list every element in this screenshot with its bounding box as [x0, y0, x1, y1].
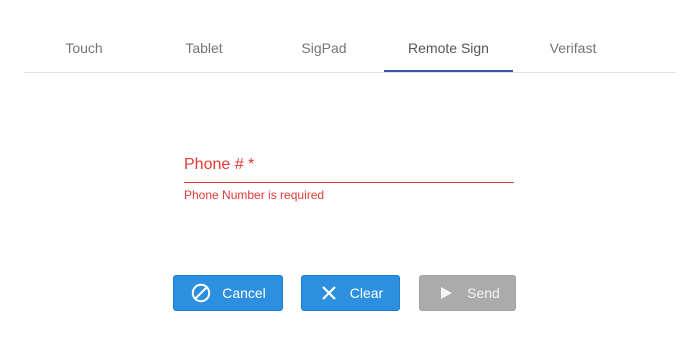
ban-icon [190, 282, 212, 304]
phone-error-message: Phone Number is required [184, 188, 325, 202]
play-icon [435, 282, 457, 304]
close-icon [318, 282, 340, 304]
tab-tablet[interactable]: Tablet [144, 24, 264, 71]
tab-bar: Touch Tablet SigPad Remote Sign Verifast [24, 24, 676, 73]
tab-touch[interactable]: Touch [24, 24, 144, 71]
tab-verifast[interactable]: Verifast [513, 24, 633, 71]
send-button-label: Send [467, 285, 500, 301]
tab-sigpad[interactable]: SigPad [264, 24, 384, 71]
clear-button[interactable]: Clear [301, 275, 400, 311]
clear-button-label: Clear [349, 285, 384, 301]
cancel-button[interactable]: Cancel [173, 275, 283, 311]
tab-remote-sign[interactable]: Remote Sign [384, 24, 513, 72]
phone-input[interactable] [184, 154, 518, 182]
send-button[interactable]: Send [419, 275, 516, 311]
phone-field[interactable]: Phone # * [184, 152, 518, 183]
cancel-button-label: Cancel [222, 285, 266, 301]
